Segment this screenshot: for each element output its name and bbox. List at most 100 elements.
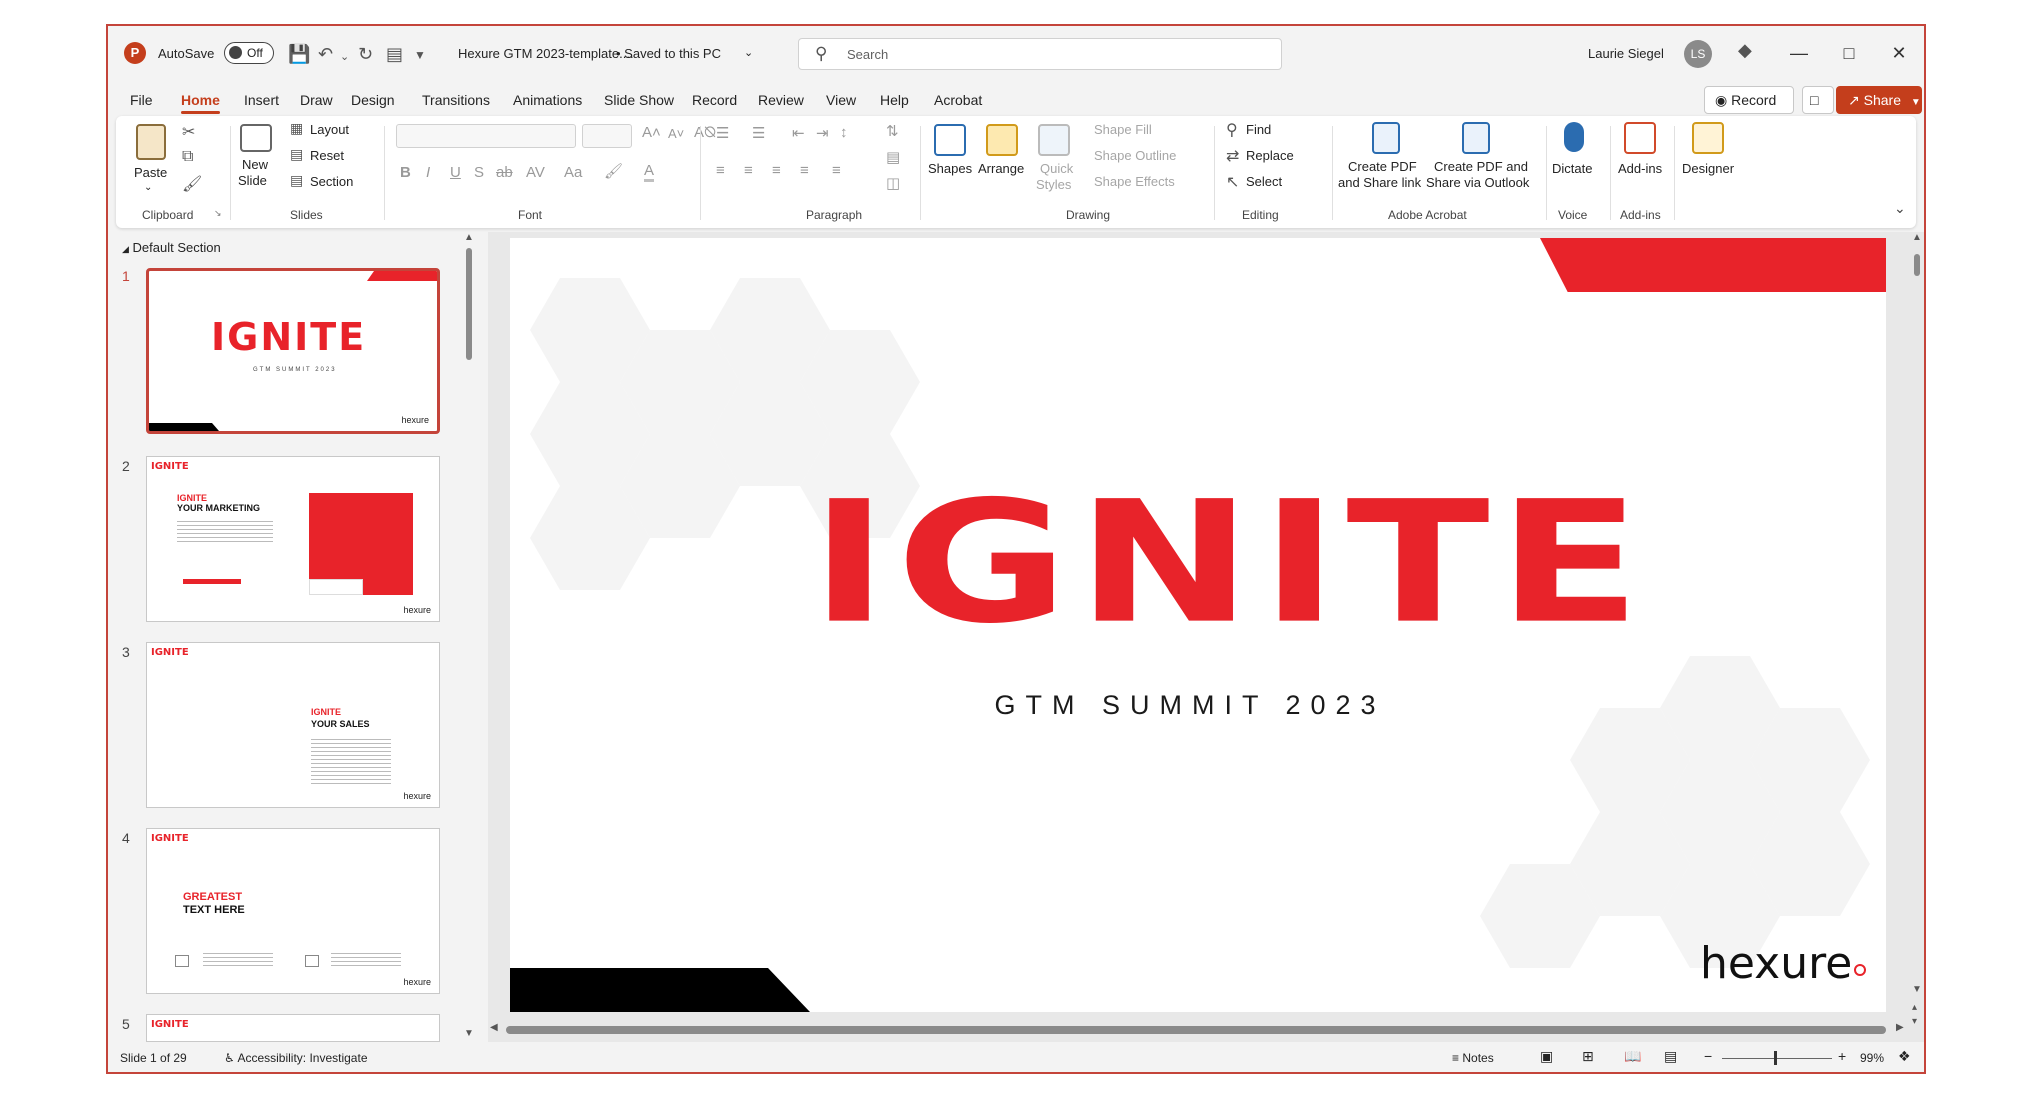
shadow-icon[interactable]: S <box>474 164 484 181</box>
customize-toolbar-icon[interactable]: ▼ <box>414 48 426 62</box>
shape-effects-button[interactable]: Shape Effects <box>1094 174 1175 189</box>
quick-styles-label[interactable]: Quick <box>1040 160 1073 177</box>
create-pdf-outlook-label-2[interactable]: Share via Outlook <box>1426 174 1529 191</box>
slide-title[interactable]: IGNITE <box>810 479 1641 647</box>
slideshow-view-icon[interactable]: ▤ <box>1664 1048 1677 1065</box>
record-button[interactable]: ◉ Record <box>1704 86 1794 114</box>
slide-sorter-icon[interactable]: ⊞ <box>1582 1048 1594 1065</box>
create-pdf-outlook-icon[interactable] <box>1462 122 1490 154</box>
slide-thumbnail[interactable]: IGNITE GREATEST TEXT HERE hexure <box>146 828 440 994</box>
notes-button[interactable]: ≡ Notes <box>1452 1051 1494 1065</box>
font-family-select[interactable] <box>396 124 576 148</box>
tab-insert[interactable]: Insert <box>244 92 279 108</box>
accessibility-status[interactable]: ♿ Accessibility: Investigate <box>224 1051 368 1065</box>
zoom-in-icon[interactable]: + <box>1838 1048 1846 1064</box>
clipboard-launcher-icon[interactable]: ↘ <box>214 208 222 219</box>
tab-view[interactable]: View <box>826 92 856 108</box>
tab-record[interactable]: Record <box>692 92 737 108</box>
zoom-out-icon[interactable]: − <box>1704 1048 1712 1064</box>
format-painter-icon[interactable]: 🖌 <box>182 174 202 194</box>
arrange-icon[interactable] <box>986 124 1018 156</box>
close-icon[interactable]: ✕ <box>1884 38 1914 68</box>
create-pdf-link-label-2[interactable]: and Share link <box>1338 174 1421 191</box>
columns-icon[interactable]: ≡ <box>832 162 841 179</box>
strikethrough-icon[interactable]: ab <box>496 164 513 181</box>
align-left-icon[interactable]: ≡ <box>716 162 725 179</box>
underline-icon[interactable]: U <box>450 164 461 181</box>
diamond-icon[interactable]: ◆ <box>1738 40 1752 61</box>
paste-icon[interactable] <box>136 124 166 160</box>
designer-icon[interactable] <box>1692 122 1724 154</box>
layout-button[interactable]: Layout <box>310 122 349 137</box>
tab-review[interactable]: Review <box>758 92 804 108</box>
tab-acrobat[interactable]: Acrobat <box>934 92 982 108</box>
slide-thumbnail[interactable]: IGNITE GTM SUMMIT 2023 hexure <box>146 268 440 434</box>
comments-button[interactable]: □ <box>1802 86 1834 114</box>
bullets-icon[interactable]: ☰ <box>716 124 729 142</box>
find-button[interactable]: Find <box>1246 122 1271 137</box>
present-icon[interactable]: ▤ <box>386 44 403 65</box>
decrease-indent-icon[interactable]: ⇤ <box>792 124 805 142</box>
shapes-button[interactable]: Shapes <box>928 160 972 177</box>
search-input[interactable]: ⚲ Search <box>798 38 1282 70</box>
dictate-button[interactable]: Dictate <box>1552 160 1592 177</box>
normal-view-icon[interactable]: ▣ <box>1540 1048 1553 1065</box>
undo-dropdown-icon[interactable]: ⌄ <box>340 50 349 63</box>
previous-slide-icon[interactable]: ▴ <box>1912 1002 1917 1013</box>
increase-indent-icon[interactable]: ⇥ <box>816 124 829 142</box>
bold-icon[interactable]: B <box>400 164 411 181</box>
slide-thumbnail[interactable]: IGNITE IGNITE YOUR SALES hexure <box>146 642 440 808</box>
tab-design[interactable]: Design <box>351 92 395 108</box>
current-slide[interactable]: IGNITE GTM SUMMIT 2023 hexure <box>510 238 1886 1012</box>
zoom-slider-thumb[interactable] <box>1774 1051 1777 1065</box>
text-direction-icon[interactable]: ⇅ <box>886 122 899 140</box>
section-button[interactable]: Section <box>310 174 353 189</box>
create-pdf-link-label[interactable]: Create PDF <box>1348 158 1417 175</box>
tab-home[interactable]: Home <box>181 92 220 114</box>
user-name[interactable]: Laurie Siegel <box>1588 46 1664 61</box>
document-title[interactable]: Hexure GTM 2023-template.... <box>458 46 634 61</box>
scroll-left-icon[interactable]: ◀ <box>490 1022 498 1033</box>
maximize-icon[interactable]: □ <box>1834 38 1864 68</box>
zoom-slider[interactable] <box>1722 1058 1832 1059</box>
tab-animations[interactable]: Animations <box>513 92 582 108</box>
reading-view-icon[interactable]: 📖 <box>1624 1048 1641 1065</box>
replace-icon[interactable]: ⇄ <box>1226 146 1239 166</box>
minimize-icon[interactable]: — <box>1784 38 1814 68</box>
layout-icon[interactable]: ▦ <box>290 120 303 137</box>
next-slide-icon[interactable]: ▾ <box>1912 1016 1917 1027</box>
chevron-down-icon[interactable]: ⌄ <box>744 46 753 59</box>
find-icon[interactable]: ⚲ <box>1226 120 1238 140</box>
tab-transitions[interactable]: Transitions <box>422 92 490 108</box>
thumbnail-scrollbar[interactable] <box>466 248 472 360</box>
align-right-icon[interactable]: ≡ <box>772 162 781 179</box>
microphone-icon[interactable] <box>1564 122 1584 152</box>
new-slide-icon[interactable] <box>240 124 272 152</box>
replace-button[interactable]: Replace <box>1246 148 1294 163</box>
char-spacing-icon[interactable]: AV <box>526 164 545 181</box>
clear-formatting-icon[interactable]: A⦰ <box>694 124 716 141</box>
slide-vertical-scrollbar[interactable] <box>1914 254 1920 276</box>
line-spacing-icon[interactable]: ↕ <box>840 124 848 141</box>
scroll-up-icon[interactable]: ▲ <box>1912 232 1922 243</box>
select-icon[interactable]: ↖ <box>1226 172 1239 192</box>
section-icon[interactable]: ▤ <box>290 172 303 189</box>
autosave-toggle[interactable]: Off <box>224 42 274 64</box>
undo-icon[interactable]: ↶ <box>318 44 333 65</box>
new-slide-label[interactable]: New <box>242 156 268 173</box>
highlight-icon[interactable]: 🖌 <box>604 162 623 180</box>
scroll-up-icon[interactable]: ▲ <box>464 232 474 243</box>
numbering-icon[interactable]: ☰ <box>752 124 765 142</box>
tab-file[interactable]: File <box>130 92 153 108</box>
scroll-down-icon[interactable]: ▼ <box>1912 984 1922 995</box>
zoom-level[interactable]: 99% <box>1860 1051 1884 1065</box>
select-button[interactable]: Select <box>1246 174 1282 189</box>
italic-icon[interactable]: I <box>426 164 430 181</box>
collapse-ribbon-icon[interactable]: ⌄ <box>1894 200 1906 217</box>
smartart-icon[interactable]: ◫ <box>886 174 900 192</box>
increase-font-icon[interactable]: A˄ <box>642 124 661 141</box>
shape-outline-button[interactable]: Shape Outline <box>1094 148 1176 163</box>
new-slide-label-2[interactable]: Slide <box>238 172 267 189</box>
tab-help[interactable]: Help <box>880 92 909 108</box>
create-pdf-link-icon[interactable] <box>1372 122 1400 154</box>
